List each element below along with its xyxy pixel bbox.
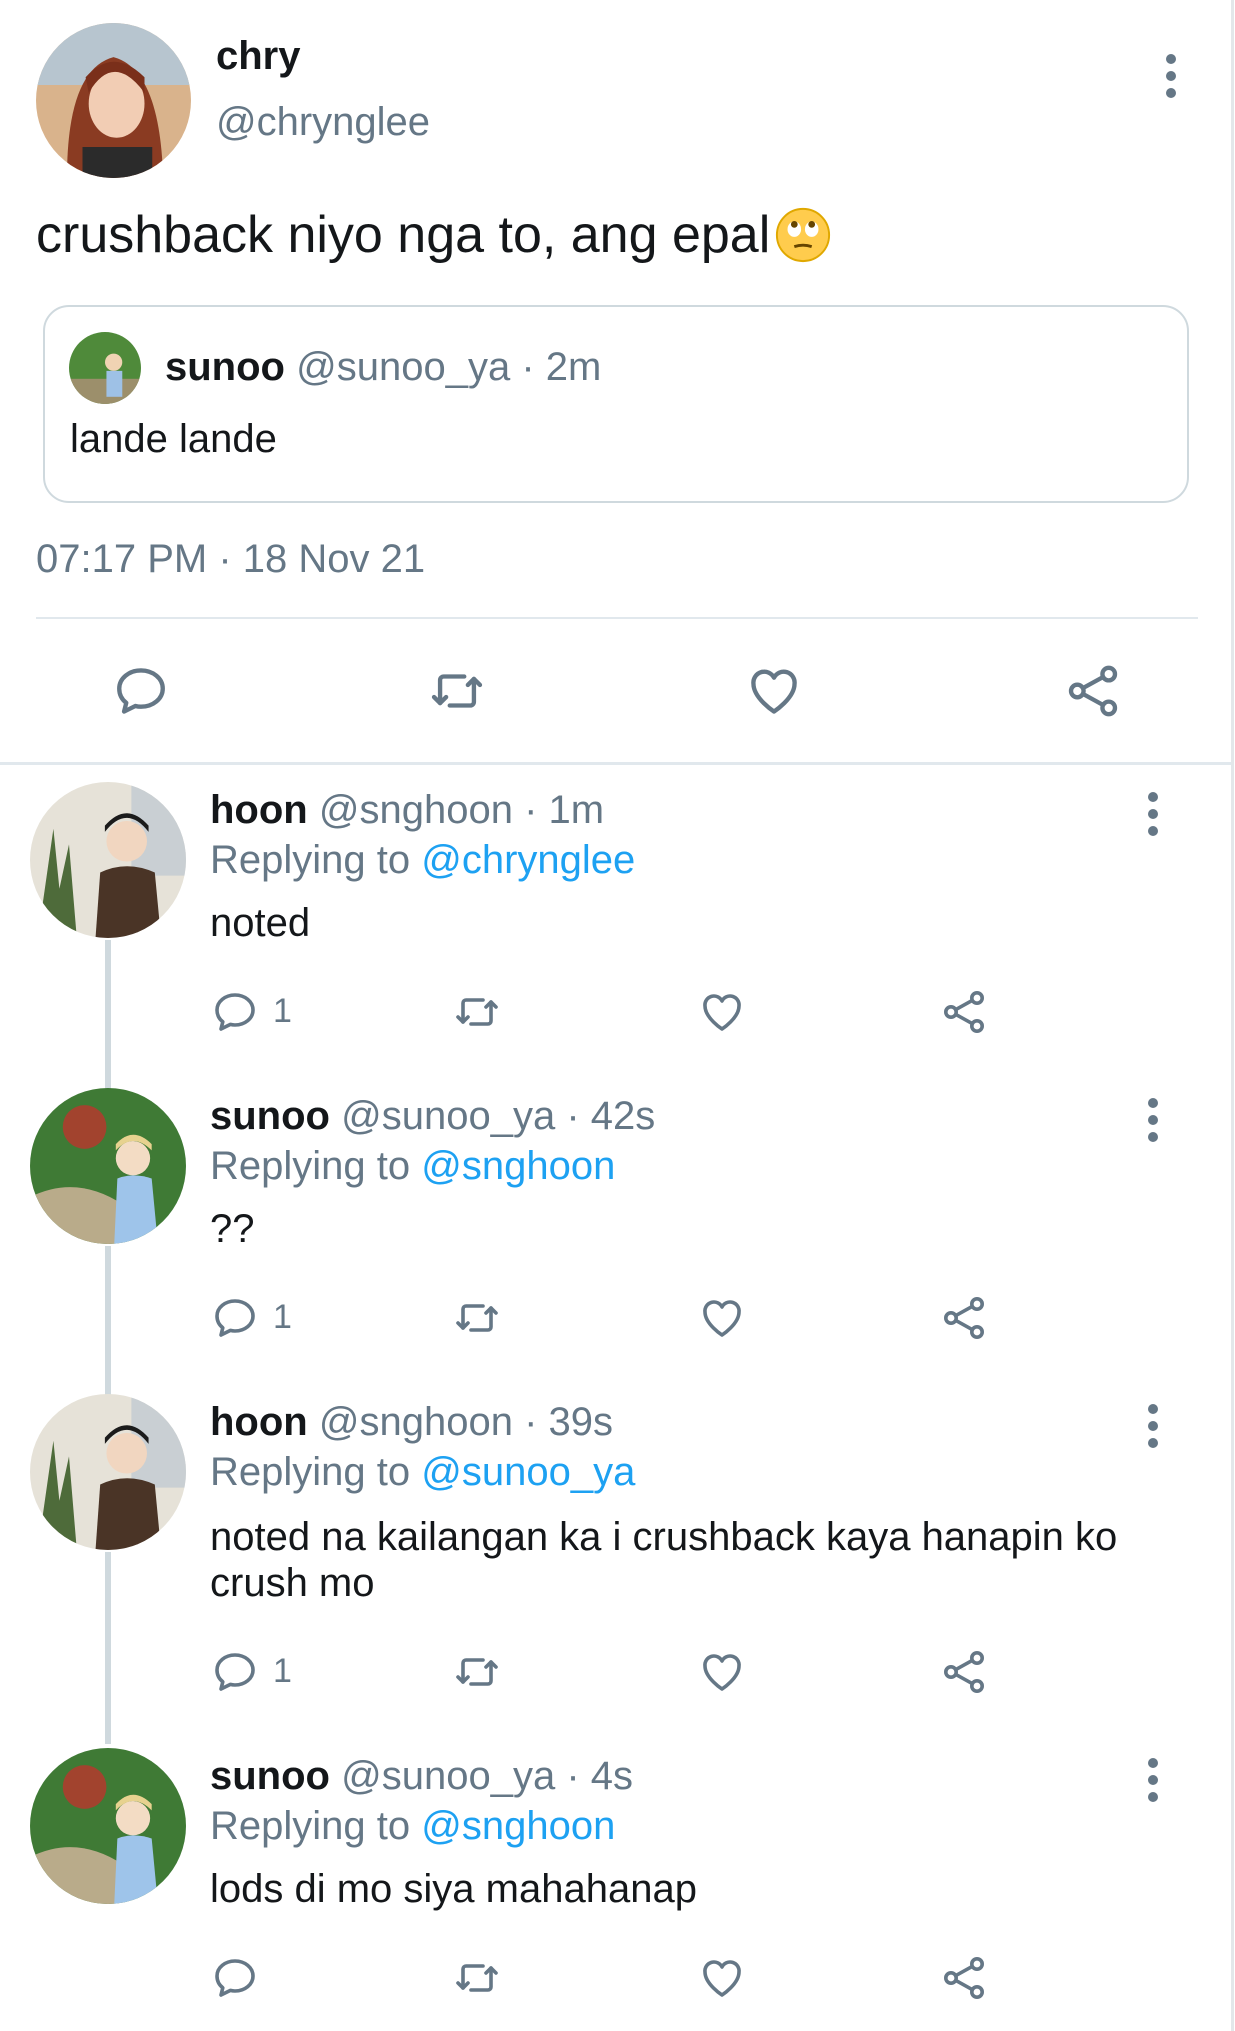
replying-label: Replying to xyxy=(210,838,411,882)
reply-icon[interactable] xyxy=(112,662,170,720)
quoted-time: · 2m xyxy=(521,345,602,389)
retweet-icon[interactable] xyxy=(451,1954,503,2002)
quoted-name[interactable]: sunoo xyxy=(165,345,285,389)
like-icon[interactable] xyxy=(698,1648,746,1696)
reply-text: noted xyxy=(210,901,311,945)
reply-text: noted na kailangan ka i crushback kaya h… xyxy=(210,1515,1118,1605)
replying-to: Replying to @snghoon xyxy=(210,1804,615,1849)
face-with-rolling-eyes-icon xyxy=(774,206,832,264)
reply-avatar[interactable] xyxy=(30,1748,186,1904)
like-icon[interactable] xyxy=(698,988,746,1036)
like-icon[interactable] xyxy=(698,1294,746,1342)
quoted-author-avatar[interactable] xyxy=(69,332,141,404)
replying-to-link[interactable]: @snghoon xyxy=(421,1144,615,1188)
reply-time: · 4s xyxy=(566,1754,634,1798)
author-handle[interactable]: @chrynglee xyxy=(216,100,430,145)
share-icon[interactable] xyxy=(1064,662,1122,720)
thread-line xyxy=(105,1246,111,1396)
author-name[interactable]: chry xyxy=(216,34,301,79)
replying-to-link[interactable]: @chrynglee xyxy=(421,838,635,882)
divider xyxy=(36,617,1198,619)
reply-author-handle[interactable]: @snghoon xyxy=(319,788,513,832)
quoted-tweet[interactable]: sunoo @sunoo_ya · 2m lande lande xyxy=(43,305,1189,503)
reply-count: 1 xyxy=(273,1652,292,1690)
like-icon[interactable] xyxy=(745,662,803,720)
author-avatar[interactable] xyxy=(36,23,191,178)
reply-time: · 39s xyxy=(524,1400,614,1444)
more-options-icon[interactable] xyxy=(1161,54,1181,98)
reply-avatar[interactable] xyxy=(30,782,186,938)
more-options-icon[interactable] xyxy=(1143,1758,1163,1802)
more-options-icon[interactable] xyxy=(1143,792,1163,836)
reply-icon[interactable] xyxy=(211,988,259,1036)
quoted-handle[interactable]: @sunoo_ya xyxy=(296,345,510,389)
reply-icon[interactable] xyxy=(211,1648,259,1696)
reply-icon[interactable] xyxy=(211,1954,259,2002)
replying-to: Replying to @sunoo_ya xyxy=(210,1450,635,1495)
retweet-icon[interactable] xyxy=(426,662,488,720)
reply-avatar[interactable] xyxy=(30,1088,186,1244)
retweet-icon[interactable] xyxy=(451,988,503,1036)
replying-label: Replying to xyxy=(210,1804,411,1848)
reply-author-handle[interactable]: @snghoon xyxy=(319,1400,513,1444)
reply-icon[interactable] xyxy=(211,1294,259,1342)
replying-label: Replying to xyxy=(210,1450,411,1494)
thread-divider xyxy=(0,762,1231,765)
retweet-icon[interactable] xyxy=(451,1294,503,1342)
reply-author-handle[interactable]: @sunoo_ya xyxy=(341,1754,555,1798)
tweet-thread-page: chry @chrynglee crushback niyo nga to, a… xyxy=(0,0,1235,2031)
quoted-text: lande lande xyxy=(70,417,277,461)
quoted-meta: sunoo @sunoo_ya · 2m xyxy=(165,345,601,390)
share-icon[interactable] xyxy=(940,1294,988,1342)
reply-meta: sunoo @sunoo_ya · 4s xyxy=(210,1754,633,1799)
reply-author-name[interactable]: sunoo xyxy=(210,1754,330,1798)
share-icon[interactable] xyxy=(940,1648,988,1696)
reply-author-name[interactable]: hoon xyxy=(210,788,308,832)
reply-meta: hoon @snghoon · 39s xyxy=(210,1400,613,1445)
thread-line xyxy=(105,940,111,1090)
replying-to: Replying to @snghoon xyxy=(210,1144,615,1189)
reply-count: 1 xyxy=(273,1298,292,1336)
reply-author-handle[interactable]: @sunoo_ya xyxy=(341,1094,555,1138)
reply-time: · 42s xyxy=(566,1094,656,1138)
share-icon[interactable] xyxy=(940,1954,988,2002)
like-icon[interactable] xyxy=(698,1954,746,2002)
replying-to-link[interactable]: @sunoo_ya xyxy=(421,1450,635,1494)
reply-author-name[interactable]: sunoo xyxy=(210,1094,330,1138)
replying-label: Replying to xyxy=(210,1144,411,1188)
reply-time: · 1m xyxy=(524,788,605,832)
reply-author-name[interactable]: hoon xyxy=(210,1400,308,1444)
thread-line xyxy=(105,1552,111,1744)
scroll-edge xyxy=(1231,0,1234,2031)
tweet-text: crushback niyo nga to, ang epal xyxy=(36,205,832,265)
more-options-icon[interactable] xyxy=(1143,1404,1163,1448)
more-options-icon[interactable] xyxy=(1143,1098,1163,1142)
replying-to-link[interactable]: @snghoon xyxy=(421,1804,615,1848)
reply-text: lods di mo siya mahahanap xyxy=(210,1867,697,1911)
tweet-body: crushback niyo nga to, ang epal xyxy=(36,206,771,264)
replying-to: Replying to @chrynglee xyxy=(210,838,635,883)
reply-meta: sunoo @sunoo_ya · 42s xyxy=(210,1094,655,1139)
reply-text: ?? xyxy=(210,1207,255,1251)
reply-meta: hoon @snghoon · 1m xyxy=(210,788,604,833)
share-icon[interactable] xyxy=(940,988,988,1036)
reply-count: 1 xyxy=(273,992,292,1030)
tweet-timestamp: 07:17 PM · 18 Nov 21 xyxy=(36,537,426,581)
reply-avatar[interactable] xyxy=(30,1394,186,1550)
retweet-icon[interactable] xyxy=(451,1648,503,1696)
